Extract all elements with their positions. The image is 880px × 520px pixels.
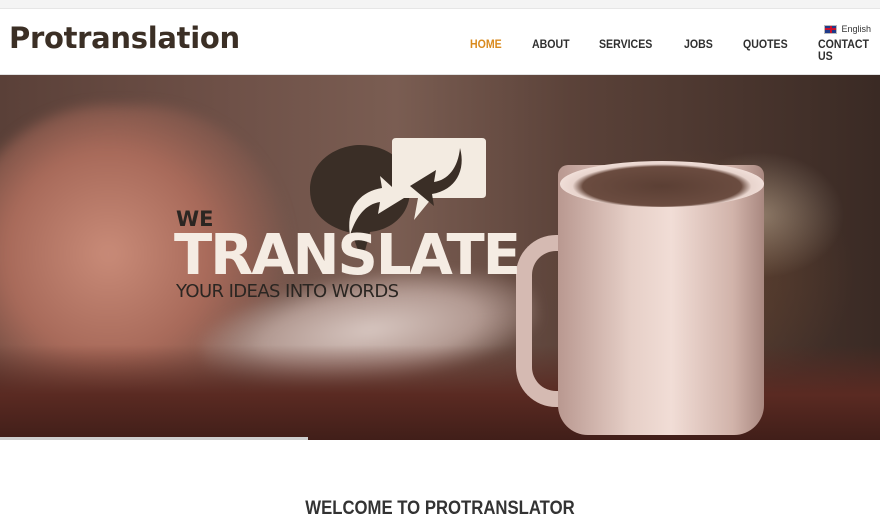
language-label: English: [841, 24, 871, 34]
nav-item-services[interactable]: SERVICES: [599, 39, 652, 63]
welcome-heading: WELCOME TO PROTRANSLATOR: [305, 497, 575, 519]
hero-tagline: YOUR IDEAS INTO WORDS: [176, 281, 399, 302]
nav-item-about[interactable]: ABOUT: [532, 39, 570, 63]
language-selector[interactable]: English: [824, 24, 871, 34]
slider-progress-fill: [0, 437, 308, 440]
hero-headline: TRANSLATE: [174, 223, 521, 288]
uk-flag-icon: [824, 24, 838, 34]
nav-item-jobs[interactable]: JOBS: [684, 39, 713, 63]
site-header: Protranslation HOME ABOUT SERVICES JOBS …: [0, 9, 880, 75]
nav-item-home[interactable]: HOME: [470, 39, 502, 63]
main-nav: HOME ABOUT SERVICES JOBS QUOTES CONTACT …: [470, 39, 880, 63]
top-strip: [0, 0, 880, 9]
site-logo[interactable]: Protranslation: [9, 21, 240, 55]
hero-slider[interactable]: WE TRANSLATE YOUR IDEAS INTO WORDS: [0, 75, 880, 440]
slider-progress-bar: [0, 437, 880, 440]
nav-item-contact-us[interactable]: CONTACT US: [818, 39, 869, 63]
nav-item-quotes[interactable]: QUOTES: [743, 39, 788, 63]
coffee-mug-rim: [560, 161, 764, 207]
